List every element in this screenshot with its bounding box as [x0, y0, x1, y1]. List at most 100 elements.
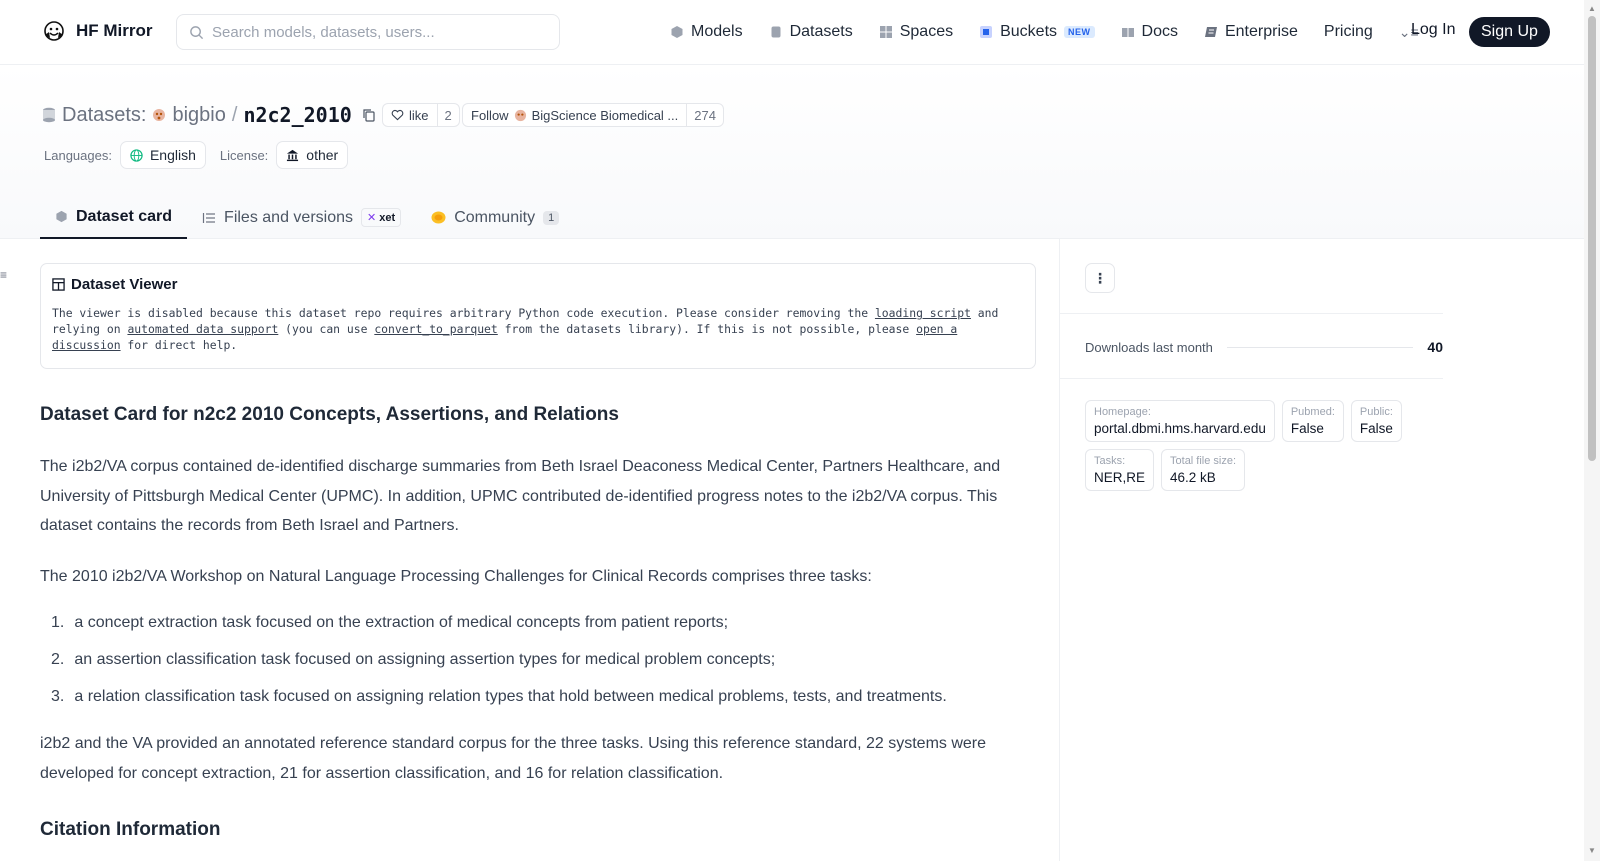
nav-spaces[interactable]: Spaces [879, 23, 953, 41]
repo-kind[interactable]: Datasets: [62, 104, 146, 127]
tab-dataset-card-label: Dataset card [76, 207, 173, 225]
dataset-icon [43, 107, 55, 123]
copy-icon[interactable] [362, 108, 376, 122]
nav-docs[interactable]: Docs [1121, 23, 1178, 41]
xet-icon: ✕ [367, 212, 377, 224]
top-navbar: HF Mirror Models Datasets Spaces Buckets… [0, 0, 1584, 65]
buckets-icon [980, 26, 993, 38]
meta-value: portal.dbmi.hms.harvard.edu [1094, 421, 1266, 436]
sidebar-separator [1060, 378, 1443, 379]
nav-docs-label: Docs [1141, 23, 1178, 40]
list-item: 2. an assertion classification task focus… [40, 649, 1036, 671]
meta-key: Total file size: [1170, 455, 1237, 467]
scroll-up-arrow-icon[interactable]: ▲ [1588, 4, 1596, 13]
nav-enterprise-label: Enterprise [1224, 23, 1298, 40]
dataset-card-icon [56, 210, 67, 223]
repo-name[interactable]: n2c2_2010 [243, 103, 351, 127]
language-tag[interactable]: English [119, 141, 206, 169]
license-tag[interactable]: other [276, 141, 349, 169]
search-icon [190, 25, 204, 39]
list-number: 1. [51, 614, 65, 631]
table-icon [52, 278, 65, 291]
globe-icon [130, 148, 143, 162]
nav-buckets-label: Buckets [1000, 23, 1058, 40]
toc-toggle-icon[interactable]: ≡ [0, 268, 7, 282]
nav-buckets[interactable]: Buckets NEW [979, 23, 1095, 41]
community-count: 1 [543, 210, 560, 225]
meta-homepage[interactable]: Homepage: portal.dbmi.hms.harvard.edu [1085, 400, 1275, 442]
viewer-title-text: Dataset Viewer [71, 276, 178, 293]
nav-models[interactable]: Models [670, 23, 743, 41]
nav-pricing-label: Pricing [1323, 23, 1373, 40]
viewer-text-1: The viewer is disabled because this data… [52, 306, 875, 320]
datasets-icon [771, 26, 781, 38]
nav-models-label: Models [691, 23, 743, 40]
loading-script-link[interactable]: loading script [875, 306, 971, 320]
new-badge: NEW [1064, 26, 1095, 38]
tab-files-label: Files and versions [224, 208, 353, 226]
list-text: a concept extraction task focused on the… [74, 614, 729, 631]
citation-heading: Citation Information [40, 819, 221, 840]
search-box[interactable] [176, 14, 560, 50]
main-nav: Models Datasets Spaces Buckets NEW Docs … [670, 0, 1419, 64]
nav-enterprise[interactable]: Enterprise [1204, 23, 1298, 41]
follow-org-name: BigScience Biomedical ... [531, 107, 679, 123]
repo-title: Datasets: bigbio / n2c2_2010 [42, 101, 376, 129]
spaces-icon [879, 26, 892, 38]
follow-button[interactable]: Follow BigScience Biomedical ... 274 [462, 103, 724, 127]
downloads-stat: Downloads last month 40 [1085, 339, 1443, 355]
tab-dataset-card[interactable]: Dataset card [40, 196, 188, 239]
scroll-down-arrow-icon[interactable]: ▼ [1588, 846, 1596, 855]
follow-label: Follow [471, 107, 509, 123]
signup-button[interactable]: Sign Up [1469, 17, 1550, 47]
meta-key: Pubmed: [1290, 406, 1335, 418]
org-avatar-icon [514, 109, 526, 121]
automated-data-support-link[interactable]: automated data support [127, 322, 278, 336]
nav-pricing[interactable]: Pricing [1324, 23, 1373, 41]
owner-avatar-icon [153, 109, 166, 121]
search-input[interactable] [212, 23, 542, 41]
models-icon [671, 26, 683, 38]
login-link[interactable]: Log In [1411, 21, 1455, 39]
viewer-text-3: (you can use [278, 322, 375, 336]
scroll-thumb[interactable] [1588, 16, 1596, 461]
meta-value: False [1359, 421, 1393, 436]
dataset-viewer: Dataset Viewer The viewer is disabled be… [40, 263, 1036, 369]
meta-public: Public: False [1350, 400, 1402, 442]
meta-value: 46.2 kB [1170, 470, 1216, 485]
nav-spaces-label: Spaces [899, 23, 954, 40]
downloads-sparkline [1226, 346, 1414, 348]
tab-files[interactable]: Files and versions ✕ xet [187, 196, 416, 239]
meta-key: Public: [1359, 406, 1393, 418]
viewer-message: The viewer is disabled because this data… [52, 305, 1024, 353]
dataset-metadata: Homepage: portal.dbmi.hms.harvard.edu Pub… [1085, 400, 1445, 491]
convert-to-parquet-link[interactable]: convert_to_parquet [374, 322, 497, 336]
files-icon [202, 212, 216, 223]
downloads-value: 40 [1427, 339, 1443, 355]
card-paragraph-2: The 2010 i2b2/VA Workshop on Natural Lan… [40, 567, 872, 585]
xet-badge: ✕ xet [361, 208, 402, 227]
task-list: 1. a concept extraction task focused on t… [40, 612, 1036, 708]
tab-community[interactable]: Community 1 [416, 196, 574, 239]
bank-icon [287, 149, 299, 161]
license-value: other [306, 147, 339, 163]
repo-owner-link[interactable]: bigbio [172, 104, 225, 127]
logo-text: HF Mirror [76, 21, 153, 40]
community-icon [431, 211, 446, 224]
list-number: 3. [51, 688, 65, 705]
meta-key: Homepage: [1094, 406, 1151, 418]
meta-value: NER,RE [1094, 470, 1146, 485]
viewer-text-4: from the datasets library). If this is n… [497, 322, 917, 336]
like-label: like [409, 107, 429, 123]
list-item: 1. a concept extraction task focused on t… [40, 612, 1036, 634]
card-paragraph-1: The i2b2/VA corpus contained de-identifi… [40, 458, 1001, 534]
meta-file-size: Total file size: 46.2 kB [1161, 449, 1246, 491]
site-logo[interactable]: HF Mirror [42, 19, 153, 43]
nav-datasets[interactable]: Datasets [769, 23, 853, 41]
page-scrollbar[interactable]: ▲ ▼ [1584, 0, 1600, 861]
enterprise-icon [1204, 27, 1217, 37]
like-button[interactable]: like 2 [382, 103, 460, 127]
meta-tasks: Tasks: NER,RE [1085, 449, 1155, 491]
more-options-button[interactable]: ⋮ [1085, 263, 1115, 293]
meta-pubmed: Pubmed: False [1281, 400, 1344, 442]
